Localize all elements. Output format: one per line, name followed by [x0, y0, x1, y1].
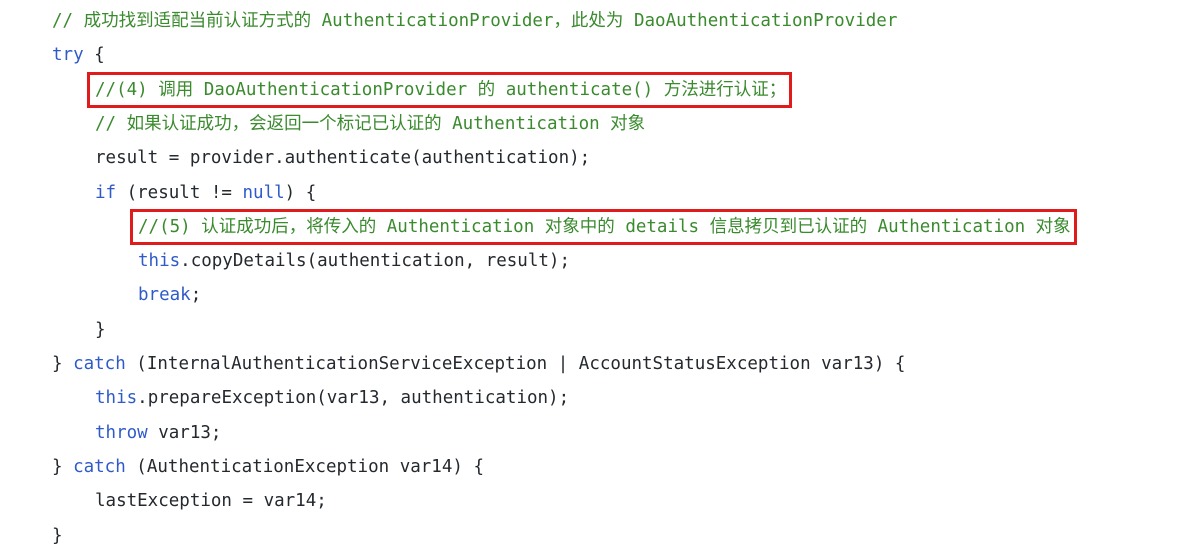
code-line: } catch (AuthenticationException var14) … [52, 454, 484, 480]
code-text: .copyDetails(authentication, result); [180, 251, 570, 272]
code-line: // 成功找到适配当前认证方式的 AuthenticationProvider，… [52, 8, 897, 34]
code-text: .prepareException(var13, authentication)… [137, 388, 570, 409]
code-line: this.copyDetails(authentication, result)… [138, 248, 570, 274]
code-text: result = provider.authenticate(authentic… [95, 148, 591, 169]
code-keyword: break [138, 285, 191, 306]
code-text: ) { [284, 182, 317, 203]
code-text: (AuthenticationException var14) { [125, 456, 484, 477]
code-line: //(4) 调用 DaoAuthenticationProvider 的 aut… [95, 77, 786, 103]
code-text: { [83, 45, 105, 66]
code-keyword: if [95, 182, 117, 203]
code-comment: // 成功找到适配当前认证方式的 AuthenticationProvider，… [52, 11, 898, 31]
code-keyword: catch [73, 354, 126, 374]
code-line: // 如果认证成功，会返回一个标记已认证的 Authentication 对象 [95, 111, 645, 137]
code-line: break; [138, 282, 201, 308]
code-keyword: catch [73, 456, 126, 477]
code-text: } [52, 525, 63, 546]
code-keyword: try [52, 45, 84, 66]
code-line: lastException = var14; [95, 488, 327, 514]
code-line: try { [52, 42, 105, 68]
code-keyword: this [95, 388, 138, 409]
code-line: this.prepareException(var13, authenticat… [95, 385, 569, 411]
code-text: } [95, 319, 106, 340]
code-text: } [52, 456, 74, 477]
code-line: } [95, 317, 106, 343]
code-line: } [52, 523, 63, 549]
code-text: lastException = var14; [95, 491, 327, 512]
code-comment: // 如果认证成功，会返回一个标记已认证的 Authentication 对象 [95, 113, 646, 134]
code-line: } catch (InternalAuthenticationServiceEx… [52, 351, 905, 377]
code-comment: //(4) 调用 DaoAuthenticationProvider 的 aut… [95, 79, 787, 100]
code-line: //(5) 认证成功后，将传入的 Authentication 对象中的 det… [138, 214, 1071, 240]
code-view: // 成功找到适配当前认证方式的 AuthenticationProvider，… [0, 0, 1187, 552]
code-text: (InternalAuthenticationServiceException … [125, 354, 906, 374]
code-keyword: null [242, 182, 285, 203]
code-line: result = provider.authenticate(authentic… [95, 145, 590, 171]
code-line: if (result != null) { [95, 180, 316, 206]
code-text: (result != [116, 182, 243, 203]
code-line: throw var13; [95, 420, 221, 446]
code-text: } [52, 354, 74, 374]
code-text: ; [190, 285, 202, 306]
code-keyword: this [138, 251, 181, 272]
code-keyword: throw [95, 422, 148, 443]
code-text: var13; [147, 422, 222, 443]
code-comment: //(5) 认证成功后，将传入的 Authentication 对象中的 det… [138, 216, 1071, 237]
